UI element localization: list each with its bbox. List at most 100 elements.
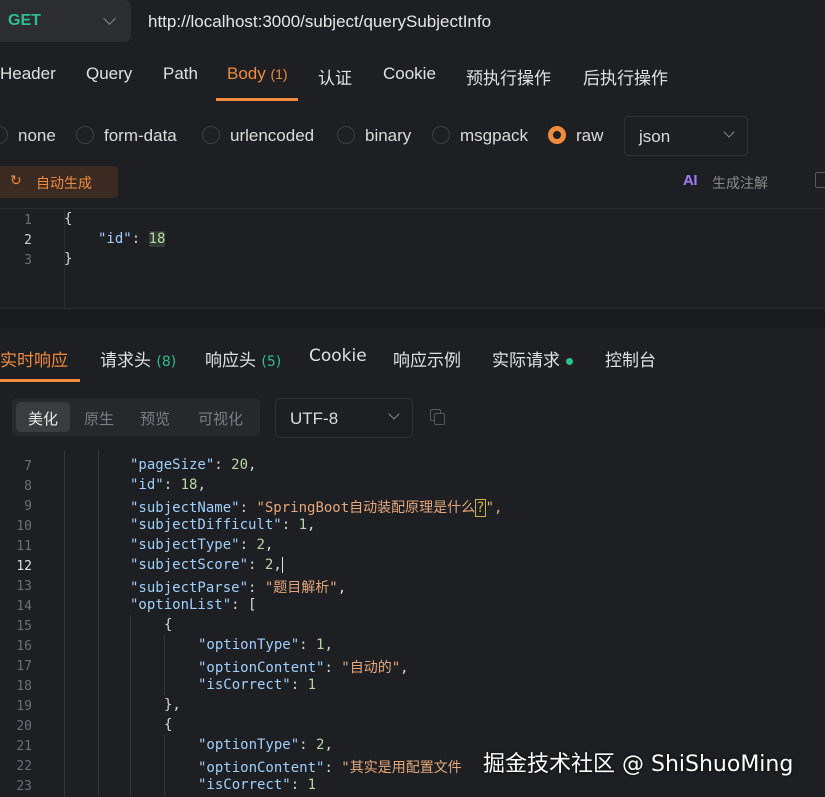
code-line: "subjectType": 2,	[130, 537, 274, 553]
tab-path[interactable]: Path	[163, 64, 198, 84]
tab-actual-request-label: 实际请求	[492, 351, 560, 371]
json-value: "SpringBoot自动装配原理是什么	[256, 500, 476, 516]
radio-form-data[interactable]	[76, 126, 94, 144]
line-number: 23	[16, 779, 32, 794]
json-value: 1	[316, 637, 325, 653]
line-number: 20	[16, 719, 32, 734]
json-value: 2	[316, 737, 325, 753]
code-line: "optionContent": "其实是用配置文件	[198, 760, 462, 776]
code-line: "optionType": 2,	[198, 737, 333, 753]
radio-binary[interactable]	[337, 126, 355, 144]
code-line: "pageSize": 20,	[130, 457, 257, 473]
view-beautify[interactable]: 美化	[16, 402, 70, 432]
line-number: 17	[16, 659, 32, 674]
view-preview[interactable]: 预览	[140, 402, 180, 432]
json-key: "isCorrect"	[198, 777, 291, 793]
tab-cookie[interactable]: Cookie	[383, 64, 436, 84]
encoding-select[interactable]: UTF-8	[275, 398, 413, 438]
refresh-icon: ↻	[10, 173, 22, 189]
line-number: 22	[16, 759, 32, 774]
line-number: 15	[16, 619, 32, 634]
json-value: 1	[307, 777, 317, 793]
json-key: "subjectScore"	[130, 557, 249, 573]
method-select[interactable]: GET	[0, 0, 131, 42]
tab-auth[interactable]: 认证	[318, 64, 352, 89]
json-key: "optionContent"	[198, 660, 325, 676]
json-colon: :	[131, 231, 149, 247]
code-line: "subjectName": "SpringBoot自动装配原理是什么?",	[130, 499, 503, 517]
code-line: {	[164, 717, 173, 733]
tab-body[interactable]: Body (1)	[227, 64, 288, 84]
json-value: 2	[256, 537, 265, 553]
code-line: },	[164, 697, 181, 713]
view-raw[interactable]: 原生	[84, 402, 124, 432]
tab-body-count: (1)	[270, 66, 288, 82]
json-key: "optionType"	[198, 637, 300, 653]
tab-post-script[interactable]: 后执行操作	[583, 64, 668, 89]
generate-comment-button[interactable]: 生成注解	[712, 173, 768, 193]
request-tabs: Header Query Path Body (1) 认证 Cookie 预执行…	[0, 54, 825, 101]
ai-icon: AI	[683, 172, 698, 189]
line-number: 8	[24, 479, 32, 494]
json-value-tail: ",	[485, 500, 503, 516]
indent-guide	[164, 735, 165, 797]
tab-request-headers-count: (8)	[156, 354, 177, 370]
copy-icon[interactable]	[815, 172, 825, 188]
code-line: "isCorrect": 1	[198, 677, 317, 693]
tab-response-example[interactable]: 响应示例	[393, 346, 461, 371]
json-value: 18	[148, 231, 166, 247]
code-line: "optionContent": "自动的",	[198, 660, 409, 676]
line-number: 11	[16, 539, 32, 554]
view-mode-switch: 美化 原生 预览 可视化	[12, 398, 260, 436]
json-value: 20	[231, 457, 249, 473]
request-body-editor[interactable]: 1 2 3 { "id": 18 }	[0, 208, 825, 309]
url-input[interactable]: http://localhost:3000/subject/querySubje…	[148, 12, 491, 32]
copy-icon[interactable]	[430, 409, 446, 425]
tab-response-headers[interactable]: 响应头 (5)	[205, 346, 281, 371]
line-number: 9	[24, 499, 32, 514]
chevron-down-icon	[103, 12, 116, 25]
tab-body-label: Body	[227, 64, 266, 83]
auto-generate-label: 自动生成	[36, 176, 92, 192]
chevron-down-icon	[723, 126, 735, 138]
tab-request-headers-label: 请求头	[100, 351, 151, 371]
line-number: 2	[24, 233, 32, 248]
raw-format-value: json	[639, 127, 671, 146]
tab-actual-request[interactable]: 实际请求	[492, 346, 573, 371]
active-tab-indicator	[216, 98, 298, 101]
radio-raw[interactable]	[548, 126, 566, 144]
auto-generate-button[interactable]: ↻ 自动生成	[0, 166, 118, 198]
tab-cookie[interactable]: Cookie	[309, 346, 367, 366]
json-key: "id"	[98, 231, 132, 247]
json-value: "自动的"	[341, 660, 401, 676]
response-body-viewer[interactable]: 7 "pageSize": 20, 8 "id": 18, 9 "subjectName"…	[0, 450, 825, 797]
json-key: "subjectName"	[130, 500, 240, 516]
tab-pre-script[interactable]: 预执行操作	[466, 64, 551, 89]
line-number: 16	[16, 639, 32, 654]
json-value: 2	[264, 557, 274, 573]
indent-guide	[98, 450, 99, 797]
tab-live-response[interactable]: 实时响应	[0, 346, 68, 371]
radio-urlencoded[interactable]	[202, 126, 220, 144]
json-key: "subjectDifficult"	[130, 517, 282, 533]
radio-form-data-label: form-data	[104, 126, 177, 145]
raw-format-select[interactable]: json	[624, 116, 748, 156]
tab-request-headers[interactable]: 请求头 (8)	[100, 346, 176, 371]
code-line: {	[64, 211, 73, 227]
radio-msgpack-label: msgpack	[460, 126, 529, 145]
view-visualize[interactable]: 可视化	[198, 402, 250, 432]
radio-none[interactable]	[0, 126, 8, 144]
tab-response-headers-count: (5)	[261, 354, 282, 370]
code-line: "isCorrect": 1	[198, 777, 317, 793]
tab-console[interactable]: 控制台	[605, 346, 656, 371]
code-line: "optionList": [	[130, 597, 257, 613]
json-key: "pageSize"	[130, 457, 215, 473]
panel-splitter[interactable]	[0, 308, 825, 328]
radio-msgpack[interactable]	[432, 126, 450, 144]
line-number: 18	[16, 679, 32, 694]
radio-urlencoded-label: urlencoded	[230, 126, 315, 145]
json-value: "其实是用配置文件	[341, 760, 462, 776]
active-tab-indicator	[0, 379, 80, 382]
tab-header[interactable]: Header	[0, 64, 56, 84]
tab-query[interactable]: Query	[86, 64, 132, 84]
